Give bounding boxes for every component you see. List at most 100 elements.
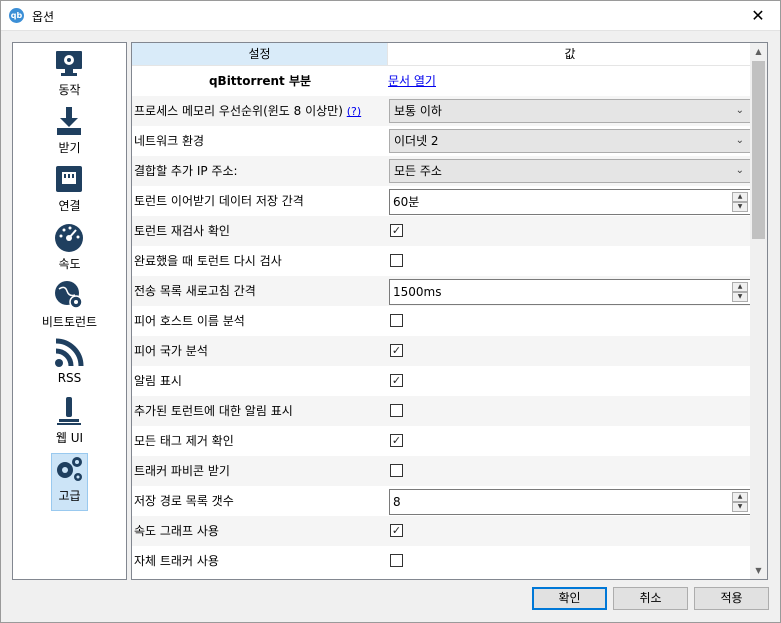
window-title: 옵션 — [32, 10, 55, 24]
scrollbar-thumb[interactable] — [752, 61, 765, 239]
ok-button[interactable]: 확인 — [532, 587, 607, 610]
network-interface-combo[interactable]: 이더넷 2 ⌄ — [389, 129, 751, 153]
table-row: 피어 호스트 이름 분석 — [132, 306, 752, 336]
setting-value: ✓ — [388, 426, 752, 456]
help-link[interactable]: (?) — [347, 105, 361, 118]
table-row: 자체 트래커 사용 — [132, 546, 752, 576]
chevron-down-icon: ⌄ — [735, 135, 744, 146]
options-sidebar: 동작 받기 연결 속도 비트토런트 RSS 웹 UI 고급 — [12, 42, 127, 580]
tracker-favicons-checkbox[interactable] — [390, 464, 403, 477]
sidebar-item-behavior[interactable]: 동작 — [13, 45, 126, 103]
resume-save-interval-spinbox[interactable]: 60분 ▲ ▼ — [389, 189, 751, 215]
table-row: 저장 경로 목록 갯수 8 ▲ ▼ — [132, 486, 752, 516]
sidebar-item-label: 고급 — [58, 489, 81, 503]
setting-name: 자체 트래커 사용 — [134, 554, 219, 568]
spin-down-button[interactable]: ▼ — [732, 502, 748, 512]
setting-value: 1500ms ▲ ▼ — [388, 276, 752, 306]
spinbox-value: 1500ms — [393, 285, 442, 299]
sidebar-item-bittorrent[interactable]: 비트토런트 — [13, 277, 126, 335]
spin-down-button[interactable]: ▼ — [732, 292, 748, 302]
web-ui-icon — [57, 397, 81, 425]
setting-name: 토런트 이어받기 데이터 저장 간격 — [134, 194, 304, 208]
save-path-history-spinbox[interactable]: 8 ▲ ▼ — [389, 489, 751, 515]
sidebar-item-label: 연결 — [58, 199, 81, 213]
recheck-confirm-checkbox[interactable]: ✓ — [390, 224, 403, 237]
column-header-value[interactable]: 값 — [388, 43, 752, 66]
setting-value — [388, 546, 752, 576]
memory-priority-combo[interactable]: 보통 이하 ⌄ — [389, 99, 751, 123]
sidebar-item-downloads[interactable]: 받기 — [13, 103, 126, 161]
sidebar-item-label: 속도 — [58, 257, 81, 271]
table-row: 토런트 이어받기 데이터 저장 간격 60분 ▲ ▼ — [132, 186, 752, 216]
table-row: 프로세스 메모리 우선순위(윈도 8 이상만) (?) 보통 이하 ⌄ — [132, 96, 752, 126]
sidebar-item-rss[interactable]: RSS — [13, 335, 126, 393]
spin-up-button[interactable]: ▲ — [732, 282, 748, 292]
sidebar-item-web-ui[interactable]: 웹 UI — [13, 393, 126, 451]
confirm-remove-tags-checkbox[interactable]: ✓ — [390, 434, 403, 447]
section-row: qBittorrent 부분 문서 열기 — [132, 66, 752, 96]
resolve-peer-hostnames-checkbox[interactable] — [390, 314, 403, 327]
rss-icon — [55, 338, 84, 367]
refresh-interval-spinbox[interactable]: 1500ms ▲ ▼ — [389, 279, 751, 305]
vertical-scrollbar[interactable]: ▲ ▼ — [750, 43, 767, 579]
setting-label: 프로세스 메모리 우선순위(윈도 8 이상만) — [134, 104, 343, 118]
setting-value: 모든 주소 ⌄ — [388, 156, 752, 186]
scroll-up-button[interactable]: ▲ — [750, 43, 767, 60]
table-row: 토런트 재검사 확인 ✓ — [132, 216, 752, 246]
setting-name: 전송 목록 새로고침 간격 — [134, 284, 256, 298]
show-notifications-checkbox[interactable]: ✓ — [390, 374, 403, 387]
spin-up-button[interactable]: ▲ — [732, 192, 748, 202]
embedded-tracker-checkbox[interactable] — [390, 554, 403, 567]
apply-button[interactable]: 적용 — [694, 587, 769, 610]
spin-down-button[interactable]: ▼ — [732, 202, 748, 212]
close-button[interactable]: ✕ — [735, 0, 781, 31]
setting-value: ✓ — [388, 516, 752, 546]
table-row: 알림 표시 ✓ — [132, 366, 752, 396]
spin-buttons: ▲ ▼ — [732, 192, 748, 212]
setting-name: 속도 그래프 사용 — [134, 524, 219, 538]
sidebar-item-speed[interactable]: 속도 — [13, 219, 126, 277]
combo-value: 이더넷 2 — [394, 134, 439, 148]
open-docs-link[interactable]: 문서 열기 — [388, 66, 436, 96]
spinbox-value: 60분 — [393, 195, 420, 209]
setting-name: 네트워크 환경 — [134, 134, 205, 148]
column-header-setting[interactable]: 설정 — [132, 43, 388, 66]
added-torrent-notification-checkbox[interactable] — [390, 404, 403, 417]
spin-up-button[interactable]: ▲ — [732, 492, 748, 502]
speed-graphs-checkbox[interactable]: ✓ — [390, 524, 403, 537]
table-row: 결합할 추가 IP 주소: 모든 주소 ⌄ — [132, 156, 752, 186]
setting-name: 토런트 재검사 확인 — [134, 224, 230, 238]
setting-value: 8 ▲ ▼ — [388, 486, 752, 516]
table-row: 피어 국가 분석 ✓ — [132, 336, 752, 366]
chevron-down-icon: ⌄ — [735, 105, 744, 116]
setting-value: 보통 이하 ⌄ — [388, 96, 752, 126]
recheck-on-completion-checkbox[interactable] — [390, 254, 403, 267]
section-value: 문서 열기 — [388, 66, 752, 96]
setting-value: ✓ — [388, 216, 752, 246]
setting-name: 결합할 추가 IP 주소: — [134, 164, 238, 178]
setting-value: 60분 ▲ ▼ — [388, 186, 752, 216]
setting-value — [388, 456, 752, 486]
title-bar: qb 옵션 ✕ — [0, 0, 781, 31]
resolve-peer-countries-checkbox[interactable]: ✓ — [390, 344, 403, 357]
setting-value — [388, 396, 752, 426]
ip-address-combo[interactable]: 모든 주소 ⌄ — [389, 159, 751, 183]
table-row: 트래커 파비콘 받기 — [132, 456, 752, 486]
table-row: 네트워크 환경 이더넷 2 ⌄ — [132, 126, 752, 156]
qbittorrent-logo-icon: qb — [9, 8, 24, 23]
scroll-down-button[interactable]: ▼ — [750, 562, 767, 579]
sidebar-item-label: 받기 — [58, 141, 81, 155]
table-row: 모든 태그 제거 확인 ✓ — [132, 426, 752, 456]
sidebar-item-label: 비트토런트 — [41, 315, 98, 329]
network-port-icon — [56, 166, 82, 192]
setting-value — [388, 246, 752, 276]
sidebar-item-advanced[interactable]: 고급 — [13, 451, 126, 511]
sidebar-item-label: RSS — [57, 371, 82, 385]
cancel-button[interactable]: 취소 — [613, 587, 688, 610]
setting-name: 완료했을 때 토런트 다시 검사 — [134, 254, 282, 268]
monitor-gear-icon — [56, 51, 82, 76]
setting-value: 이더넷 2 ⌄ — [388, 126, 752, 156]
sidebar-item-connection[interactable]: 연결 — [13, 161, 126, 219]
sidebar-item-label: 웹 UI — [55, 431, 84, 445]
advanced-settings-table: 설정 값 qBittorrent 부분 문서 열기 프로세스 메모리 우선순위(… — [131, 42, 768, 580]
